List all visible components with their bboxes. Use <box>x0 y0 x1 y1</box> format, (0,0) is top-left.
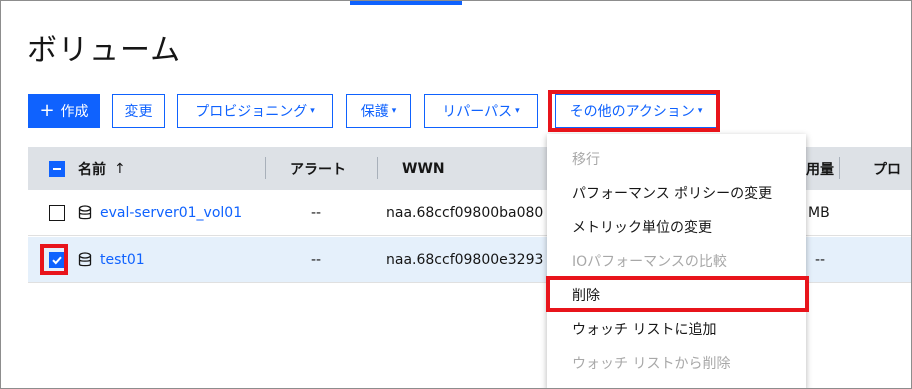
active-tab-indicator <box>350 1 462 5</box>
protect-button[interactable]: 保護 ▾ <box>346 94 411 128</box>
volumes-page: ボリューム + 作成 変更 プロビジョニング ▾ 保護 ▾ リパーパス ▾ その… <box>0 0 912 389</box>
column-header-wwn[interactable]: WWN <box>402 147 445 190</box>
capacity-cell: -- <box>815 252 826 268</box>
database-icon <box>78 252 92 267</box>
row-select-cell <box>49 237 65 283</box>
column-divider <box>265 157 266 179</box>
menu-item-compare-io-performance: IOパフォーマンスの比較 <box>572 254 727 270</box>
row-checkbox[interactable] <box>49 252 65 268</box>
column-divider <box>377 157 378 179</box>
provisioning-button[interactable]: プロビジョニング ▾ <box>177 94 333 128</box>
provisioning-button-label: プロビジョニング <box>195 104 308 120</box>
column-header-provisioning-label: プロ <box>873 161 901 178</box>
caret-down-icon: ▾ <box>697 106 703 116</box>
menu-item-change-metric-unit[interactable]: メトリック単位の変更 <box>547 210 806 244</box>
column-header-name[interactable]: 名前 ↑ <box>78 147 126 190</box>
alert-cell: -- <box>311 252 322 268</box>
menu-item-remove-from-watch-list: ウォッチ リストから削除 <box>572 356 731 372</box>
other-actions-menu: 移行 パフォーマンス ポリシーの変更 メトリック単位の変更 IOパフォーマンスの… <box>547 134 806 388</box>
column-header-capacity[interactable]: 用量 <box>806 147 834 190</box>
plus-icon: + <box>39 100 55 121</box>
change-button-label: 変更 <box>124 104 153 120</box>
row-select-cell <box>49 190 65 236</box>
change-button[interactable]: 変更 <box>112 94 165 128</box>
column-header-provisioning[interactable]: プロ <box>873 147 901 190</box>
column-header-wwn-label: WWN <box>402 160 445 177</box>
caret-down-icon: ▾ <box>515 106 520 116</box>
column-header-name-label: 名前 <box>78 161 106 178</box>
volume-name-cell[interactable]: test01 <box>78 237 145 283</box>
create-button-label: 作成 <box>60 104 89 120</box>
database-icon <box>78 205 92 220</box>
minus-icon <box>53 167 61 170</box>
column-header-alert-label: アラート <box>290 161 346 178</box>
protect-button-label: 保護 <box>360 104 389 120</box>
repurpose-button-label: リパーパス <box>442 104 513 120</box>
volume-name-link[interactable]: eval-server01_vol01 <box>100 205 242 221</box>
sort-ascending-icon: ↑ <box>114 160 126 177</box>
other-actions-button-label: その他のアクション <box>569 104 695 120</box>
select-all-cell <box>49 147 65 190</box>
other-actions-button[interactable]: その他のアクション ▾ <box>555 94 717 128</box>
column-header-alert[interactable]: アラート <box>290 147 346 190</box>
row-checkbox[interactable] <box>49 205 65 221</box>
menu-item-migrate: 移行 <box>572 152 600 168</box>
caret-down-icon: ▾ <box>391 106 397 116</box>
volume-name-cell[interactable]: eval-server01_vol01 <box>78 190 242 236</box>
alert-cell: -- <box>311 205 322 221</box>
repurpose-button[interactable]: リパーパス ▾ <box>424 94 538 128</box>
page-title: ボリューム <box>27 33 182 68</box>
menu-item-change-performance-policy[interactable]: パフォーマンス ポリシーの変更 <box>547 176 806 210</box>
volume-name-link[interactable]: test01 <box>100 252 145 268</box>
column-header-capacity-label: 用量 <box>806 161 834 178</box>
wwn-cell: naa.68ccf09800e3293 <box>386 252 544 268</box>
select-all-checkbox[interactable] <box>49 160 65 177</box>
menu-item-delete[interactable]: 削除 <box>547 278 806 312</box>
caret-down-icon: ▾ <box>310 106 315 116</box>
menu-item-add-to-watch-list[interactable]: ウォッチ リストに追加 <box>547 312 806 346</box>
column-divider <box>839 157 840 179</box>
capacity-cell: MB <box>808 205 830 221</box>
wwn-cell: naa.68ccf09800ba080 <box>386 205 544 221</box>
create-button[interactable]: + 作成 <box>28 94 100 128</box>
checkmark-icon <box>52 256 62 265</box>
